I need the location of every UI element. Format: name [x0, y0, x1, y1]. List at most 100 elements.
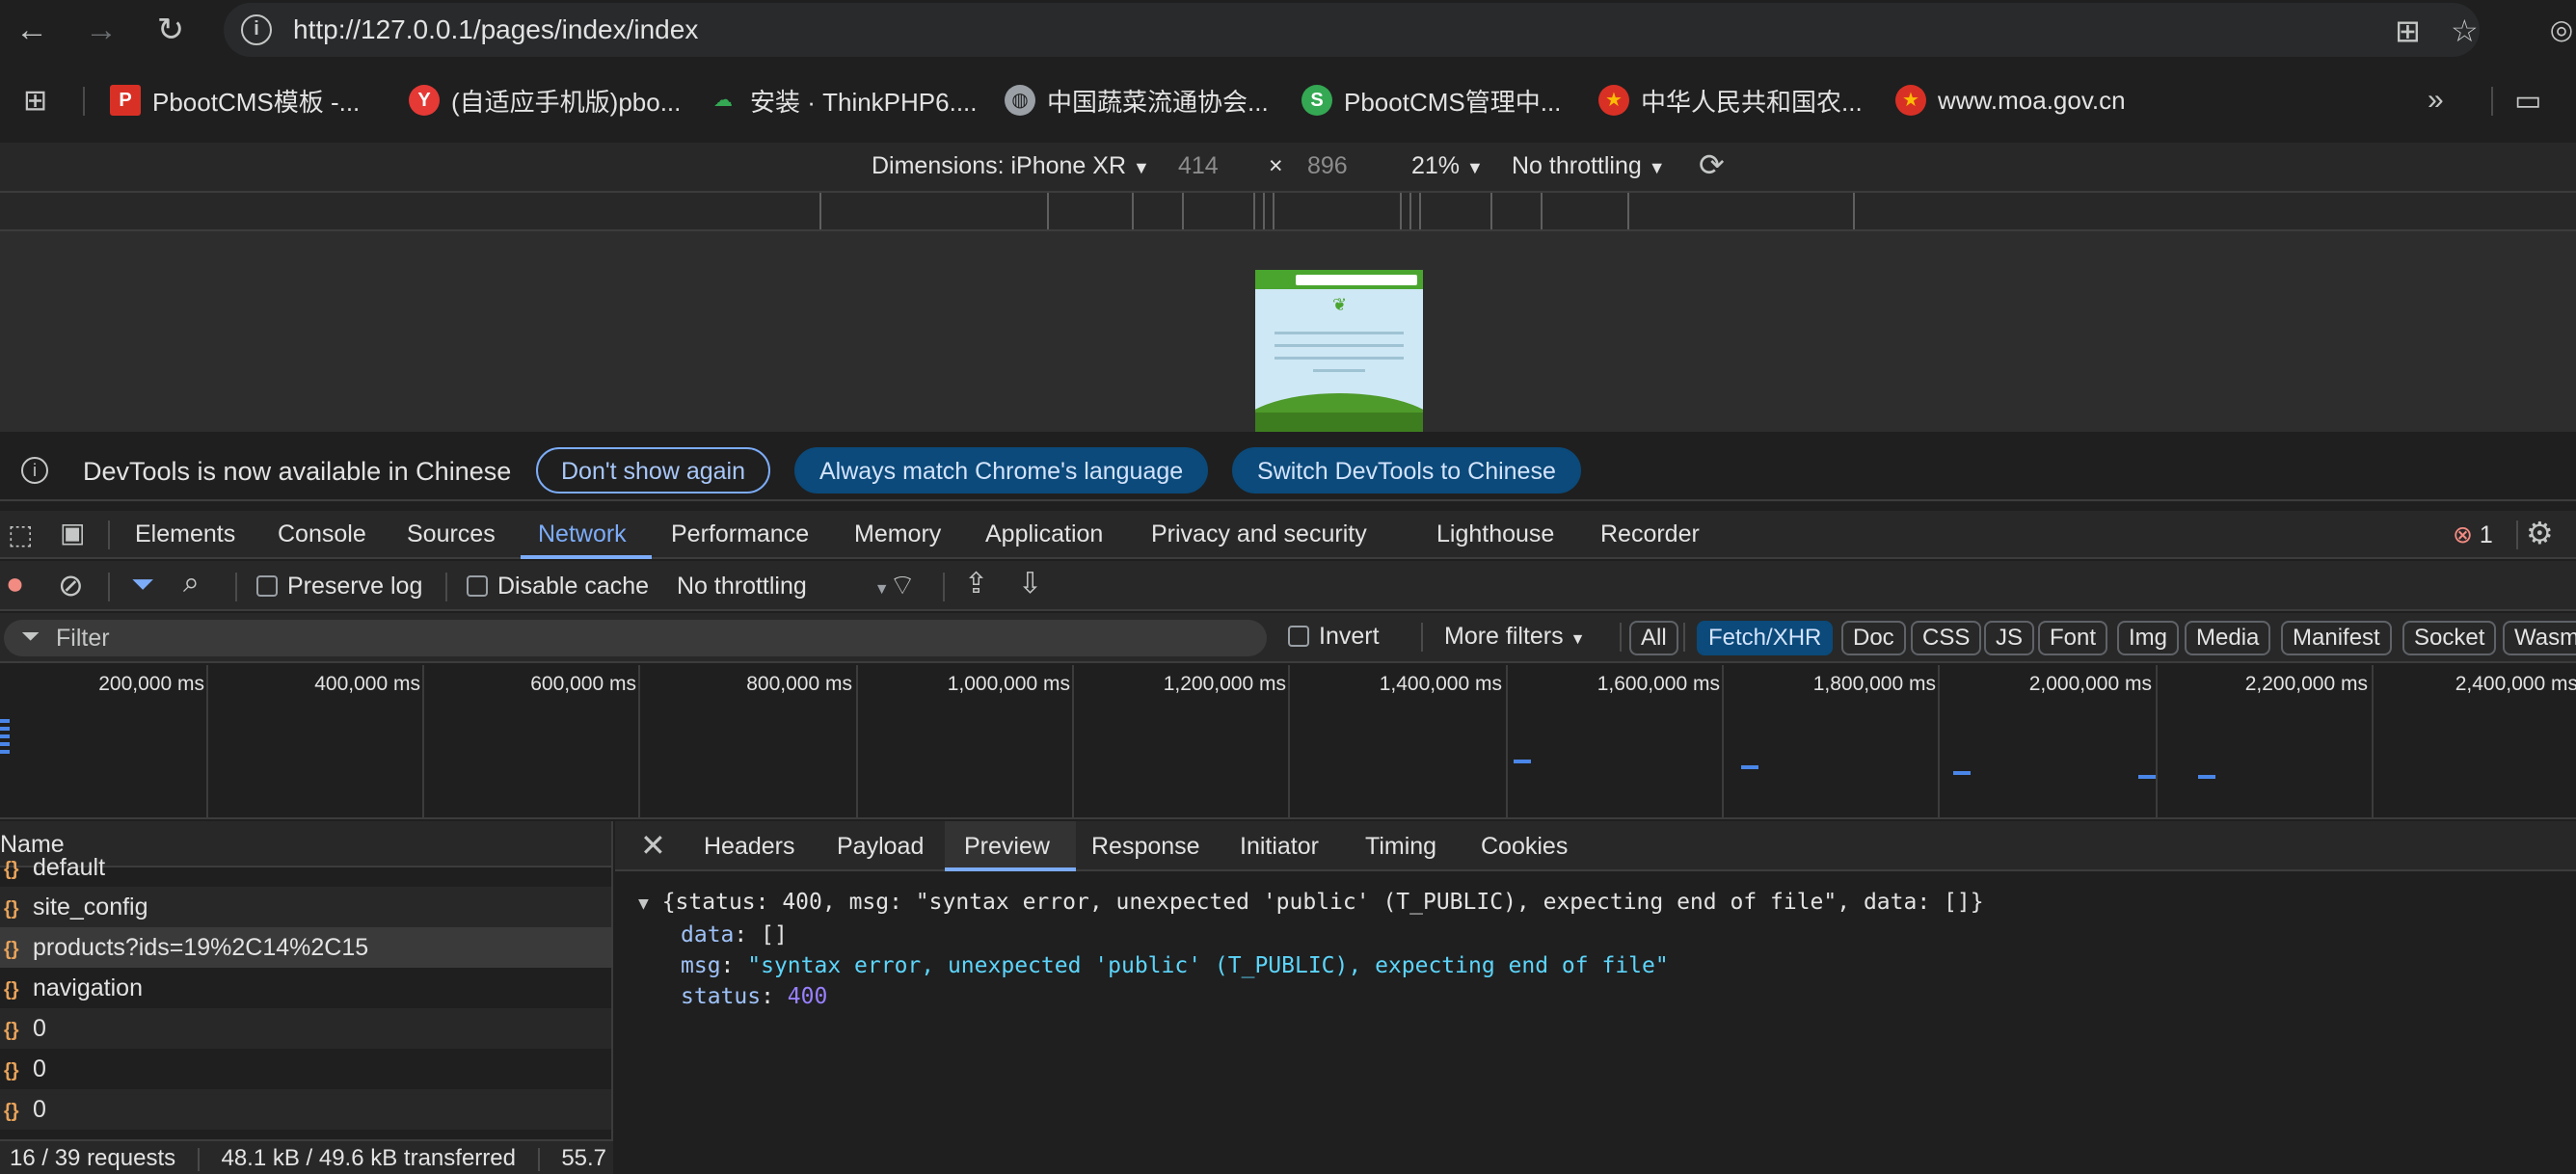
request-count: 16 / 39 requests — [10, 1145, 176, 1171]
preserve-log-checkbox[interactable]: Preserve log — [256, 573, 422, 600]
bookmark-item[interactable]: ★ 中华人民共和国农... — [1598, 83, 1863, 118]
more-bookmarks-icon[interactable]: » — [2428, 83, 2444, 118]
checkbox[interactable] — [256, 575, 278, 597]
filter-chip-socket[interactable]: Socket — [2402, 621, 2497, 655]
bookmark-item[interactable]: ★ www.moa.gov.cn — [1895, 83, 2126, 118]
import-har-icon[interactable]: ⇪ — [964, 567, 988, 600]
device-dimensions-dropdown[interactable]: Dimensions: iPhone XR ▼ — [872, 152, 1150, 180]
expand-triangle-icon[interactable]: ▼ — [638, 894, 649, 914]
site-info-icon[interactable]: i — [241, 14, 272, 45]
filter-chip-img[interactable]: Img — [2117, 621, 2180, 655]
translate-icon[interactable]: ⊞ — [2395, 13, 2421, 49]
throttling-dropdown[interactable]: No throttling ▼ — [1512, 152, 1666, 180]
filter-input[interactable] — [56, 624, 1213, 653]
ruler-tick — [819, 193, 821, 229]
disable-cache-checkbox[interactable]: Disable cache — [467, 573, 649, 600]
rotate-icon[interactable]: ⟳ — [1699, 147, 1725, 183]
error-counter[interactable]: ⊗ 1 — [2453, 520, 2493, 549]
tab-preview[interactable]: Preview — [964, 833, 1050, 861]
timeline-tick-label: 2,200,000 ms — [2244, 673, 2368, 695]
more-filters-dropdown[interactable]: More filters ▼ — [1444, 623, 1585, 651]
tab-headers[interactable]: Headers — [704, 833, 795, 861]
inspect-element-icon[interactable]: ⬚ — [8, 519, 33, 550]
tab-elements[interactable]: Elements — [135, 520, 235, 548]
filter-chip-js[interactable]: JS — [1984, 621, 2035, 655]
filter-chip-wasm[interactable]: Wasm — [2503, 621, 2576, 655]
always-match-language-button[interactable]: Always match Chrome's language — [794, 447, 1209, 494]
url-text[interactable]: http://127.0.0.1/pages/index/index — [293, 14, 698, 45]
bookmark-star-icon[interactable]: ☆ — [2451, 13, 2479, 49]
bookmark-item[interactable]: S PbootCMS管理中... — [1301, 83, 1561, 118]
checkbox[interactable] — [1288, 626, 1309, 647]
list-item[interactable]: {} 0 — [0, 1089, 611, 1130]
tab-network[interactable]: Network — [538, 520, 627, 548]
address-bar[interactable]: i http://127.0.0.1/pages/index/index ⊞ ☆ — [224, 3, 2480, 57]
filter-funnel-icon[interactable]: ⏷ — [131, 569, 154, 601]
list-item[interactable]: {} site_config — [0, 887, 611, 927]
checkbox[interactable] — [467, 575, 488, 597]
tab-privacy-security[interactable]: Privacy and security — [1151, 520, 1367, 548]
tab-sources[interactable]: Sources — [407, 520, 496, 548]
tab-cookies[interactable]: Cookies — [1481, 833, 1568, 861]
divider — [2516, 520, 2518, 549]
folder-icon[interactable]: ▭ — [2514, 83, 2541, 118]
network-conditions-icon[interactable]: ⌔ — [889, 567, 916, 603]
tab-recorder[interactable]: Recorder — [1600, 520, 1700, 548]
filter-chip-css[interactable]: CSS — [1911, 621, 1982, 655]
filter-chip-all[interactable]: All — [1629, 621, 1678, 655]
list-item[interactable]: {} default — [0, 858, 611, 887]
tab-payload[interactable]: Payload — [837, 833, 924, 861]
tab-console[interactable]: Console — [278, 520, 366, 548]
width-input[interactable]: 414 — [1178, 152, 1219, 180]
network-overview-timeline[interactable]: 200,000 ms 400,000 ms 600,000 ms 800,000… — [0, 665, 2576, 819]
profile-icon[interactable]: ◎ — [2541, 10, 2576, 50]
filter-chip-font[interactable]: Font — [2038, 621, 2108, 655]
json-status-line: status: 400 — [681, 984, 828, 1009]
tab-lighthouse[interactable]: Lighthouse — [1436, 520, 1554, 548]
page-preview-thumbnail[interactable]: ❦ — [1255, 270, 1423, 432]
search-icon[interactable]: ⌕ — [183, 567, 200, 600]
invert-checkbox[interactable]: Invert — [1288, 623, 1380, 651]
switch-to-chinese-button[interactable]: Switch DevTools to Chinese — [1232, 447, 1581, 494]
filter-chip-doc[interactable]: Doc — [1841, 621, 1906, 655]
zoom-dropdown[interactable]: 21% ▼ — [1411, 152, 1484, 180]
bookmark-item[interactable]: ◍ 中国蔬菜流通协会... — [1005, 83, 1269, 118]
timeline-gridline — [2156, 665, 2158, 819]
bookmark-item[interactable]: Y (自适应手机版)pbo... — [409, 83, 681, 118]
filter-field[interactable]: ⏷ — [4, 620, 1267, 656]
list-item[interactable]: {} navigation — [0, 968, 611, 1008]
filter-chip-media[interactable]: Media — [2185, 621, 2271, 655]
json-root-line[interactable]: ▼ {status: 400, msg: "syntax error, unex… — [638, 887, 1984, 920]
tab-application[interactable]: Application — [985, 520, 1103, 548]
list-item[interactable]: {} 0 — [0, 1008, 611, 1049]
record-stop-icon[interactable]: ⏺ — [8, 569, 22, 601]
dont-show-again-button[interactable]: Don't show again — [536, 447, 771, 494]
reload-icon[interactable]: ↻ — [150, 10, 191, 50]
height-input[interactable]: 896 — [1307, 152, 1348, 180]
clear-icon[interactable]: ⊘ — [58, 567, 84, 603]
tab-memory[interactable]: Memory — [854, 520, 941, 548]
preview-search — [1296, 275, 1417, 285]
filter-chip-manifest[interactable]: Manifest — [2281, 621, 2392, 655]
tab-response[interactable]: Response — [1091, 833, 1200, 861]
tab-initiator[interactable]: Initiator — [1240, 833, 1319, 861]
timeline-tick-label: 1,800,000 ms — [1812, 673, 1936, 695]
tab-performance[interactable]: Performance — [671, 520, 809, 548]
list-item[interactable]: {} 0 — [0, 1049, 611, 1089]
bookmark-favicon-icon: ☁ — [713, 90, 733, 111]
bookmark-label: 安装 · ThinkPHP6.... — [750, 87, 978, 117]
device-toggle-icon[interactable]: ▣ — [60, 517, 85, 548]
bookmark-item[interactable]: P PbootCMS模板 -... — [110, 83, 360, 118]
bookmark-item[interactable]: ☁ 安装 · ThinkPHP6.... — [708, 83, 978, 118]
tab-timing[interactable]: Timing — [1365, 833, 1436, 861]
forward-arrow-icon[interactable]: → — [81, 10, 121, 50]
filter-chip-fetch-xhr[interactable]: Fetch/XHR — [1697, 621, 1834, 655]
network-throttling-select[interactable]: No throttling ▼ — [677, 573, 890, 600]
export-har-icon[interactable]: ⇩ — [1018, 567, 1042, 600]
gear-icon[interactable]: ⚙ — [2526, 515, 2554, 551]
timeline-gridline — [422, 665, 424, 819]
close-icon[interactable]: ✕ — [640, 827, 666, 864]
apps-grid-icon[interactable]: ⊞ — [23, 83, 47, 118]
list-item-selected[interactable]: {} products?ids=19%2C14%2C15 — [0, 927, 611, 968]
back-arrow-icon[interactable]: ← — [12, 10, 52, 50]
